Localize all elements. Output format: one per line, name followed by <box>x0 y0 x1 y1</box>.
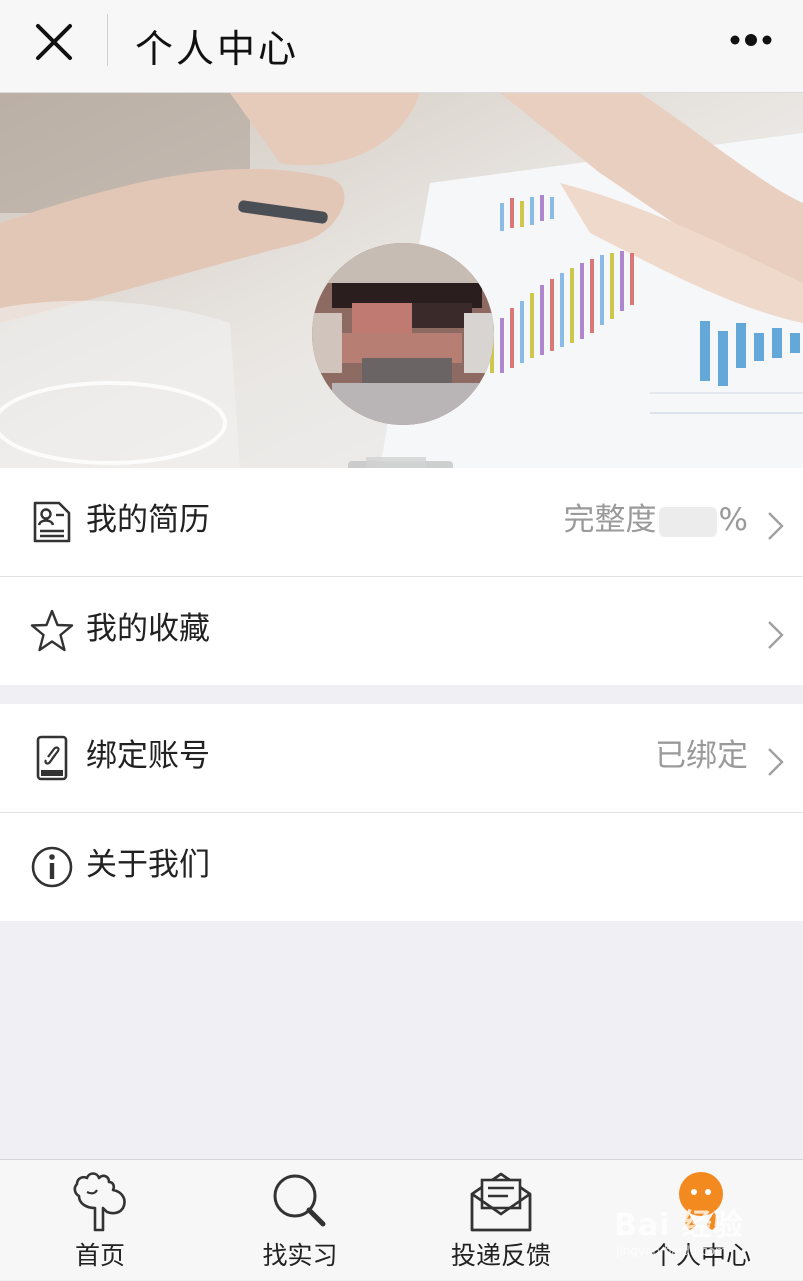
envelope-icon <box>470 1172 532 1232</box>
watermark-logo: Bai 经验 <box>614 1208 744 1243</box>
menu-group-resume: 我的简历 完整度% 我的收藏 <box>0 468 803 685</box>
top-bar: 个人中心 <box>0 0 803 93</box>
menu-item-bind-account-label: 绑定账号 <box>86 738 210 774</box>
menu-item-about-label: 关于我们 <box>86 847 210 883</box>
resume-completeness: 完整度% <box>564 498 748 542</box>
star-icon <box>30 609 74 652</box>
completeness-value-blurred <box>658 506 717 537</box>
title-divider <box>107 14 108 66</box>
home-icon <box>73 1172 126 1232</box>
chevron-right-icon <box>768 748 784 776</box>
phone-link-icon <box>36 735 68 781</box>
chevron-right-icon <box>768 621 784 649</box>
chevron-right-icon <box>768 512 784 540</box>
menu-item-about[interactable]: 关于我们 <box>0 813 803 921</box>
page-title: 个人中心 <box>135 27 300 71</box>
search-icon <box>273 1174 326 1227</box>
username <box>348 453 453 468</box>
tab-home-label: 首页 <box>74 1241 125 1270</box>
info-icon <box>31 846 73 888</box>
menu-item-resume-label: 我的简历 <box>86 502 210 538</box>
close-icon[interactable] <box>30 18 80 68</box>
tab-find-internship-label: 找实习 <box>262 1241 338 1270</box>
more-dots-icon[interactable] <box>727 26 777 54</box>
resume-completeness-suffix: % <box>718 502 748 538</box>
resume-icon <box>33 501 71 543</box>
menu-item-resume[interactable]: 我的简历 完整度% <box>0 468 803 577</box>
watermark-url: jingyan.baidu.com <box>616 1244 727 1258</box>
resume-completeness-prefix: 完整度 <box>563 502 657 538</box>
menu-item-favorites[interactable]: 我的收藏 <box>0 577 803 685</box>
tab-application-feedback-label: 投递反馈 <box>450 1241 551 1270</box>
menu-group-account: 绑定账号 已绑定 关于我们 <box>0 704 803 921</box>
tab-home[interactable]: 首页 <box>0 1160 200 1281</box>
avatar[interactable] <box>312 243 494 425</box>
profile-banner <box>0 93 803 468</box>
tab-find-internship[interactable]: 找实习 <box>200 1160 400 1281</box>
bind-status: 已绑定 <box>655 738 748 774</box>
menu-item-bind-account[interactable]: 绑定账号 已绑定 <box>0 704 803 813</box>
menu-item-favorites-label: 我的收藏 <box>86 611 210 647</box>
tab-application-feedback[interactable]: 投递反馈 <box>401 1160 601 1281</box>
